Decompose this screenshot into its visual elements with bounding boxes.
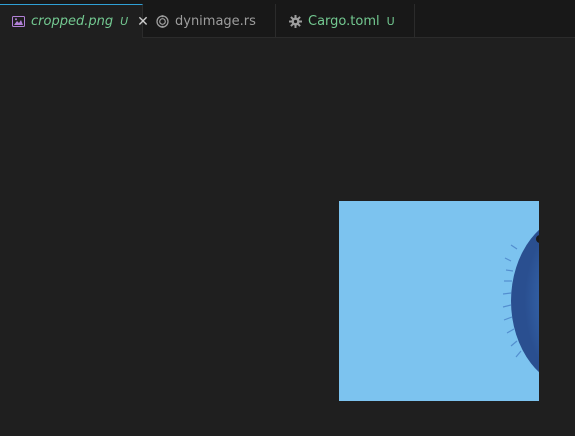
rust-file-icon [155, 14, 169, 28]
cropped-image [339, 201, 539, 401]
tab-label: dynimage.rs [175, 13, 256, 29]
git-status-badge: U [120, 15, 129, 28]
editor-tab-bar: cropped.png U ✕ dynimage.rs Cargo.toml U [0, 4, 575, 38]
tab-label: Cargo.toml [308, 13, 380, 29]
image-preview[interactable] [339, 201, 539, 401]
gear-icon [288, 14, 302, 28]
tab-label: cropped.png [31, 14, 114, 29]
tab-cargo-toml[interactable]: Cargo.toml U [276, 4, 415, 38]
tab-dynimage-rs[interactable]: dynimage.rs [143, 4, 276, 38]
image-file-icon [12, 15, 25, 29]
git-status-badge: U [386, 14, 395, 28]
tab-cropped-png[interactable]: cropped.png U ✕ [0, 4, 149, 38]
